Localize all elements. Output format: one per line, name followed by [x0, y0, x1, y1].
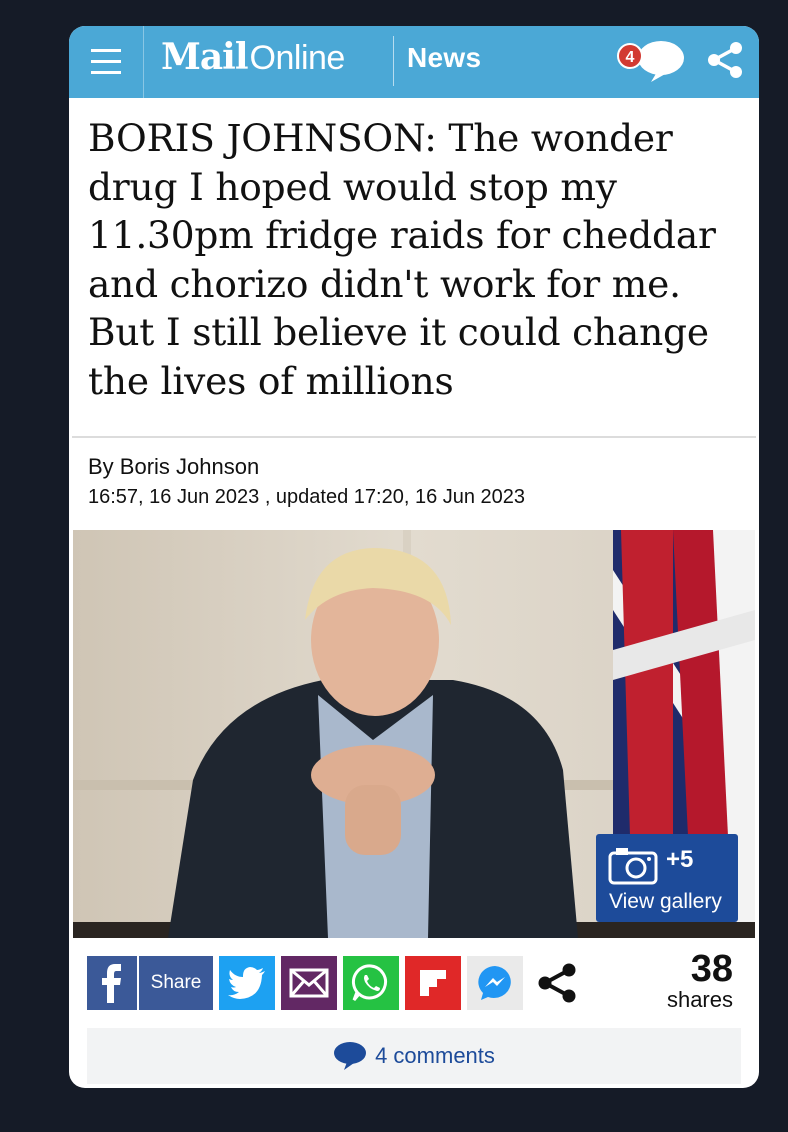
twitter-icon [228, 967, 265, 999]
facebook-button[interactable] [87, 956, 137, 1010]
twitter-button[interactable] [219, 956, 275, 1010]
top-bar: Mail Online News 4 [69, 26, 759, 98]
comment-icon [334, 1042, 367, 1070]
whatsapp-icon [351, 964, 387, 1001]
view-gallery-button[interactable]: +5 View gallery [596, 834, 738, 922]
email-icon [289, 968, 329, 998]
hamburger-icon [91, 49, 121, 74]
share-count: 38 shares [629, 950, 733, 1012]
facebook-share-button[interactable]: Share [139, 956, 213, 1010]
comments-link[interactable]: 4 comments [87, 1028, 741, 1084]
camera-icon [608, 848, 658, 885]
whatsapp-button[interactable] [343, 956, 399, 1010]
share-icon[interactable] [705, 40, 745, 80]
messenger-icon [478, 966, 511, 1000]
more-share-button[interactable] [529, 956, 585, 1010]
article-card: Mail Online News 4 BORIS JOHNSON: The wo… [69, 26, 759, 1088]
menu-button[interactable] [69, 26, 144, 98]
flipboard-button[interactable] [405, 956, 461, 1010]
byline[interactable]: By Boris Johnson [88, 454, 259, 480]
dateline: 16:57, 16 Jun 2023 , updated 17:20, 16 J… [88, 486, 526, 508]
header-divider [393, 36, 394, 86]
flipboard-icon [420, 970, 446, 996]
share-icon [538, 963, 576, 1003]
section-link[interactable]: News [407, 42, 481, 74]
article-headline: BORIS JOHNSON: The wonder drug I hoped w… [88, 116, 716, 403]
gallery-count: +5 [666, 846, 694, 873]
share-count-label: shares [666, 987, 733, 1012]
email-button[interactable] [281, 956, 337, 1010]
logo-mail-text: Mail [161, 36, 249, 78]
messenger-button[interactable] [467, 956, 523, 1010]
share-count-number: 38 [690, 948, 733, 990]
comments-label: 4 comments [375, 1043, 495, 1068]
comment-count-badge[interactable]: 4 [617, 43, 643, 69]
gallery-label: View gallery [609, 890, 722, 913]
divider [72, 436, 756, 438]
facebook-icon [102, 964, 121, 1003]
logo-online-text: Online [249, 39, 346, 77]
mailonline-logo[interactable]: Mail Online [161, 36, 345, 84]
